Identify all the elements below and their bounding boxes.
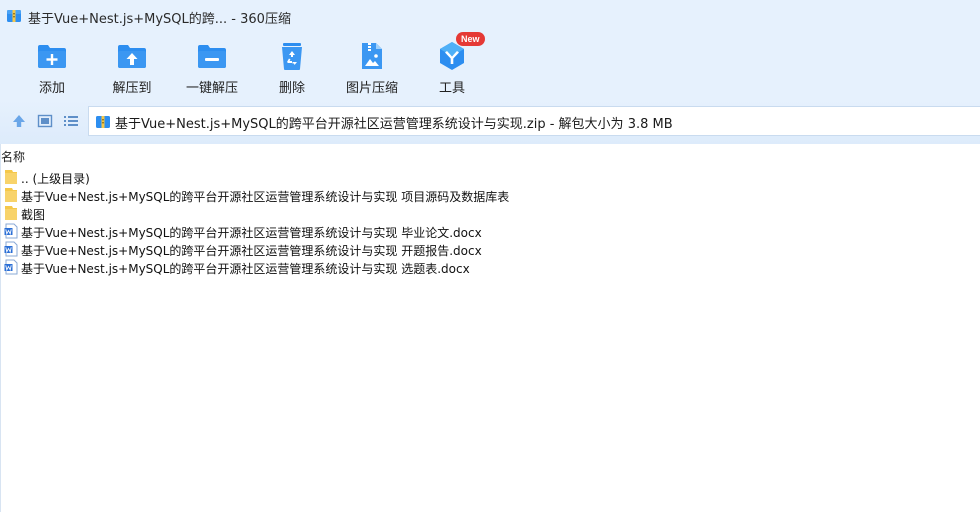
word-doc-icon — [4, 259, 18, 275]
list-item-docx[interactable]: 基于Vue+Nest.js+MySQL的跨平台开源社区运营管理系统设计与实现 选… — [1, 258, 980, 276]
new-badge: New — [456, 32, 485, 46]
column-header-name[interactable]: 名称 — [1, 148, 25, 165]
folder-icon — [5, 206, 17, 220]
add-button[interactable]: 添加 — [12, 36, 92, 98]
list-item-folder[interactable]: 截图 — [1, 204, 980, 222]
file-list: 名称 .. (上级目录) 基于Vue+Nest.js+MySQL的跨平台开源社区… — [0, 144, 980, 512]
delete-button[interactable]: 删除 — [252, 36, 332, 98]
up-arrow-icon[interactable] — [10, 112, 28, 130]
image-compress-label: 图片压缩 — [345, 81, 398, 96]
delete-label: 删除 — [278, 81, 305, 96]
file-name: 基于Vue+Nest.js+MySQL的跨平台开源社区运营管理系统设计与实现 选… — [21, 262, 470, 276]
word-doc-icon — [4, 241, 18, 257]
extract-to-folder-icon — [118, 45, 146, 68]
image-compress-button[interactable]: 图片压缩 — [332, 36, 412, 98]
file-name: 截图 — [21, 208, 46, 222]
list-item-docx[interactable]: 基于Vue+Nest.js+MySQL的跨平台开源社区运营管理系统设计与实现 毕… — [1, 222, 980, 240]
thumbnail-view-icon[interactable] — [36, 112, 54, 130]
file-name: 基于Vue+Nest.js+MySQL的跨平台开源社区运营管理系统设计与实现 开… — [21, 244, 482, 258]
file-name: 基于Vue+Nest.js+MySQL的跨平台开源社区运营管理系统设计与实现 毕… — [21, 226, 482, 240]
add-folder-icon — [38, 45, 66, 68]
zip-file-icon — [96, 116, 110, 128]
add-label: 添加 — [38, 81, 65, 96]
one-click-extract-icon — [198, 45, 226, 68]
recycle-bin-icon — [282, 43, 302, 70]
archive-app-icon — [7, 10, 21, 22]
word-doc-icon — [4, 223, 18, 239]
header-area: 基于Vue+Nest.js+MySQL的跨... - 360压缩 添加 解压到 … — [0, 0, 980, 144]
tools-button[interactable]: New 工具 — [412, 32, 492, 98]
extract-to-button[interactable]: 解压到 — [92, 36, 172, 98]
one-click-extract-label: 一键解压 — [185, 81, 238, 96]
navigation-bar: 基于Vue+Nest.js+MySQL的跨平台开源社区运营管理系统设计与实现.z… — [0, 104, 980, 138]
window-title: 基于Vue+Nest.js+MySQL的跨... - 360压缩 — [28, 12, 291, 27]
file-name: .. (上级目录) — [21, 172, 90, 186]
file-name: 基于Vue+Nest.js+MySQL的跨平台开源社区运营管理系统设计与实现 项… — [21, 190, 510, 204]
path-field[interactable]: 基于Vue+Nest.js+MySQL的跨平台开源社区运营管理系统设计与实现.z… — [88, 106, 980, 136]
tools-label: 工具 — [438, 81, 465, 96]
title-bar: 基于Vue+Nest.js+MySQL的跨... - 360压缩 — [0, 0, 980, 34]
file-rows: .. (上级目录) 基于Vue+Nest.js+MySQL的跨平台开源社区运营管… — [1, 168, 980, 276]
list-view-icon[interactable] — [62, 112, 80, 130]
list-item-parent-directory[interactable]: .. (上级目录) — [1, 168, 980, 186]
toolbar: 添加 解压到 一键解压 删除 图片压缩 New 工具 — [0, 32, 980, 100]
extract-to-label: 解压到 — [112, 81, 152, 96]
app-window: 基于Vue+Nest.js+MySQL的跨... - 360压缩 添加 解压到 … — [0, 0, 980, 512]
one-click-extract-button[interactable]: 一键解压 — [172, 36, 252, 98]
list-item-folder[interactable]: 基于Vue+Nest.js+MySQL的跨平台开源社区运营管理系统设计与实现 项… — [1, 186, 980, 204]
image-compress-icon — [362, 43, 382, 69]
archive-path-text: 基于Vue+Nest.js+MySQL的跨平台开源社区运营管理系统设计与实现.z… — [115, 117, 673, 132]
folder-icon — [5, 188, 17, 202]
list-item-docx[interactable]: 基于Vue+Nest.js+MySQL的跨平台开源社区运营管理系统设计与实现 开… — [1, 240, 980, 258]
folder-icon — [5, 170, 17, 184]
